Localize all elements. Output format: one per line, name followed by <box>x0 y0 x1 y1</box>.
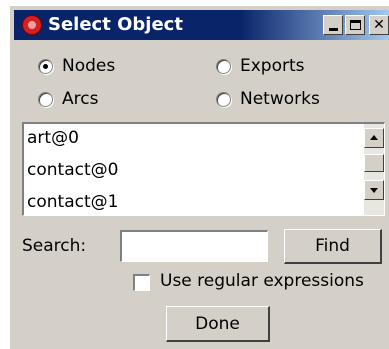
radio-arcs-indicator[interactable] <box>38 91 53 107</box>
radio-networks-indicator[interactable] <box>216 91 231 107</box>
app-icon <box>22 15 42 35</box>
list-scrollbar[interactable] <box>364 124 384 215</box>
select-object-dialog: Select Object ✕ Nodes Exports Arcs Netwo… <box>10 6 389 349</box>
object-list[interactable]: art@0 contact@0 contact@1 <box>22 122 385 216</box>
radio-arcs-label: Arcs <box>62 89 99 109</box>
arrow-up-icon <box>370 135 378 140</box>
search-input[interactable] <box>120 230 268 262</box>
list-item[interactable]: contact@1 <box>27 192 118 212</box>
radio-exports[interactable]: Exports <box>216 56 305 76</box>
radio-arcs[interactable]: Arcs <box>38 89 98 109</box>
radio-exports-label: Exports <box>240 56 305 76</box>
scroll-up-button[interactable] <box>364 128 384 148</box>
title-bar[interactable]: Select Object ✕ <box>14 10 389 40</box>
minimize-button[interactable] <box>323 15 343 35</box>
radio-nodes-label: Nodes <box>62 56 116 76</box>
done-button[interactable]: Done <box>166 306 270 342</box>
close-icon: ✕ <box>373 17 385 33</box>
list-item[interactable]: contact@0 <box>27 160 118 180</box>
search-label: Search: <box>22 236 87 256</box>
radio-networks[interactable]: Networks <box>216 89 320 109</box>
scroll-thumb[interactable] <box>364 154 384 172</box>
scroll-down-button[interactable] <box>364 180 384 200</box>
find-button[interactable]: Find <box>284 229 382 264</box>
minimize-icon <box>328 28 338 31</box>
arrow-down-icon <box>370 188 378 193</box>
radio-nodes[interactable]: Nodes <box>38 56 115 76</box>
maximize-button[interactable] <box>345 15 365 35</box>
regex-checkbox[interactable] <box>133 274 150 291</box>
radio-nodes-indicator[interactable] <box>38 58 53 74</box>
radio-networks-label: Networks <box>240 89 320 109</box>
close-button[interactable]: ✕ <box>369 15 389 35</box>
list-item[interactable]: art@0 <box>27 128 79 148</box>
window-title: Select Object <box>48 14 183 35</box>
maximize-icon <box>349 20 361 30</box>
radio-exports-indicator[interactable] <box>216 58 231 74</box>
regex-label: Use regular expressions <box>160 271 364 291</box>
